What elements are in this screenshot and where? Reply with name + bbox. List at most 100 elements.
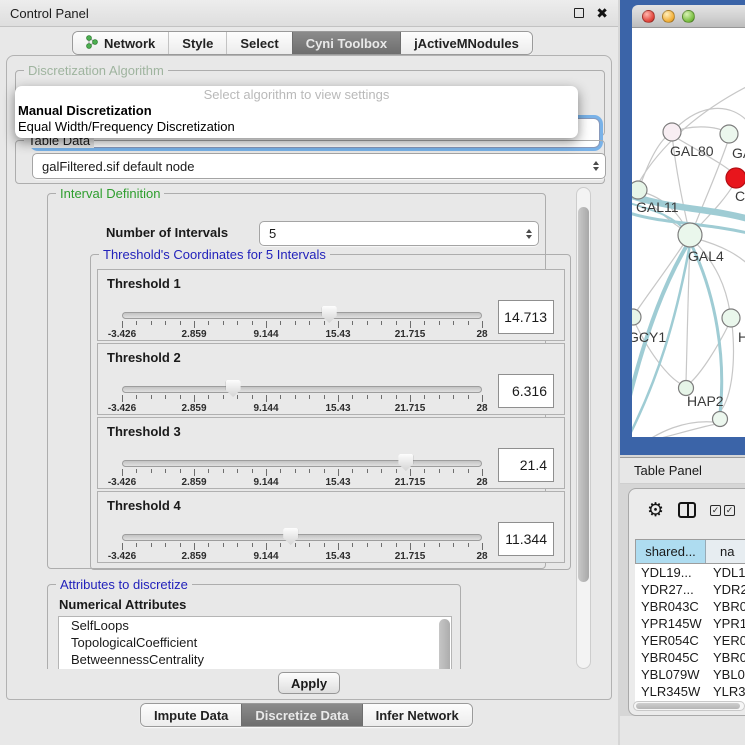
- attribute-item-topologicalcoefficient[interactable]: TopologicalCoefficient: [59, 634, 451, 651]
- attribute-item-betweennesscentrality[interactable]: BetweennessCentrality: [59, 651, 451, 668]
- minimize-traffic-light-icon[interactable]: [662, 10, 675, 23]
- column-header-name[interactable]: na: [706, 540, 745, 563]
- tick-mark: [381, 395, 382, 399]
- table-row[interactable]: YER054CYER0: [635, 632, 745, 649]
- scale-label: 2.859: [181, 477, 206, 488]
- tab-discretize-data[interactable]: Discretize Data: [241, 704, 361, 726]
- network-node-ga[interactable]: [720, 125, 738, 143]
- tick-mark: [309, 321, 310, 325]
- panel-scrollbar[interactable]: [576, 187, 591, 669]
- scale-label: 28: [476, 329, 487, 340]
- threshold-slider[interactable]: -3.4262.8599.14415.4321.71528: [122, 526, 482, 562]
- tick-mark: [136, 395, 137, 399]
- slider-scale: -3.4262.8599.14415.4321.71528: [122, 329, 482, 341]
- network-node-h[interactable]: [722, 309, 740, 327]
- column-header-shared-name[interactable]: shared...: [635, 540, 706, 563]
- column-layout-icon[interactable]: [678, 502, 696, 518]
- tick-mark: [223, 469, 224, 473]
- tick-mark: [424, 395, 425, 399]
- table-row[interactable]: YBL079WYBL0: [635, 666, 745, 683]
- tick-mark: [453, 469, 454, 473]
- table-data-combobox[interactable]: galFiltered.sif default node: [32, 153, 606, 179]
- apply-button[interactable]: Apply: [278, 672, 340, 694]
- network-node[interactable]: [713, 412, 728, 427]
- table-row[interactable]: YDR27...YDR2: [635, 581, 745, 598]
- tick-mark: [367, 469, 368, 473]
- scale-label: -3.426: [108, 551, 136, 562]
- tick-mark: [266, 321, 267, 328]
- panel-scrollbar-thumb[interactable]: [578, 207, 589, 582]
- dropdown-option-manual-discretization[interactable]: Manual Discretization: [15, 103, 578, 119]
- threshold-slider[interactable]: -3.4262.8599.14415.4321.71528: [122, 452, 482, 488]
- table-hscrollbar[interactable]: [633, 701, 745, 711]
- attribute-item-selfloops[interactable]: SelfLoops: [59, 617, 451, 634]
- checkbox-icon[interactable]: ✓: [724, 505, 735, 516]
- tick-mark: [252, 543, 253, 547]
- threshold-label: Threshold 4: [107, 498, 181, 513]
- slider-ticks: [122, 321, 482, 329]
- threshold-value-field[interactable]: 11.344: [498, 522, 554, 556]
- cell-name: YPR1: [706, 615, 745, 632]
- control-panel-titlebar: Control Panel ✖: [0, 0, 618, 27]
- tick-mark: [424, 321, 425, 325]
- threshold-slider[interactable]: -3.4262.8599.14415.4321.71528: [122, 378, 482, 414]
- threshold-value-field[interactable]: 14.713: [498, 300, 554, 334]
- tab-select[interactable]: Select: [226, 32, 291, 54]
- zoom-traffic-light-icon[interactable]: [682, 10, 695, 23]
- slider-scale: -3.4262.8599.14415.4321.71528: [122, 477, 482, 489]
- attributes-list[interactable]: SelfLoopsTopologicalCoefficientBetweenne…: [58, 616, 452, 669]
- close-icon[interactable]: ✖: [596, 8, 608, 18]
- table-hscrollbar-thumb[interactable]: [636, 703, 740, 709]
- table-row[interactable]: YLR345WYLR3: [635, 683, 745, 700]
- network-node-gcy1[interactable]: [632, 309, 641, 325]
- spinner-arrows-icon: [593, 161, 599, 171]
- tick-mark: [122, 543, 123, 550]
- tab-cyni-toolbox[interactable]: Cyni Toolbox: [292, 32, 400, 54]
- table-row[interactable]: YBR045CYBR0: [635, 649, 745, 666]
- cell-shared-name: YBL079W: [635, 666, 706, 683]
- scale-label: 28: [476, 403, 487, 414]
- cell-shared-name: YDR27...: [635, 581, 706, 598]
- dropdown-option-equal-width-frequency-discretization[interactable]: Equal Width/Frequency Discretization: [15, 119, 578, 135]
- threshold-value-field[interactable]: 6.316: [498, 374, 554, 408]
- tick-mark: [309, 543, 310, 547]
- threshold-slider[interactable]: -3.4262.8599.14415.4321.71528: [122, 304, 482, 340]
- tick-mark: [223, 395, 224, 399]
- tick-mark: [367, 543, 368, 547]
- network-node-c[interactable]: [726, 168, 745, 188]
- cell-name: YER0: [706, 632, 745, 649]
- tick-mark: [338, 395, 339, 402]
- tick-mark: [396, 395, 397, 399]
- threshold-value-field[interactable]: 21.4: [498, 448, 554, 482]
- network-node-gal4[interactable]: [678, 223, 702, 247]
- algorithm-dropdown-popup: Select algorithm to view settings Manual…: [15, 86, 578, 138]
- tick-mark: [439, 469, 440, 473]
- checkbox-icon[interactable]: ✓: [710, 505, 721, 516]
- num-intervals-combobox[interactable]: 5: [259, 221, 539, 246]
- tab-infer-network[interactable]: Infer Network: [362, 704, 472, 726]
- network-node-gal11[interactable]: [632, 181, 647, 199]
- table-row[interactable]: YPR145WYPR1: [635, 615, 745, 632]
- tick-mark: [324, 469, 325, 473]
- table-row[interactable]: YBR043CYBR0: [635, 598, 745, 615]
- gear-icon[interactable]: ⚙: [647, 501, 664, 520]
- list-scrollbar[interactable]: [439, 619, 450, 669]
- tab-impute-data[interactable]: Impute Data: [141, 704, 241, 726]
- tick-mark: [309, 395, 310, 399]
- network-canvas[interactable]: GAL80GACGAL11GAL4GCY1HHAP2: [632, 28, 745, 437]
- tick-mark: [280, 543, 281, 547]
- table-row[interactable]: YDL19...YDL1: [635, 564, 745, 581]
- table-data-group: Table Data galFiltered.sif default node: [15, 140, 605, 184]
- slider-ticks: [122, 395, 482, 403]
- tab-label: Infer Network: [376, 708, 459, 723]
- threshold-row: Threshold 4 -3.4262.8599.14415.4321.71528…: [97, 491, 565, 563]
- scale-label: 15.43: [325, 477, 350, 488]
- checkbox-icons[interactable]: ✓ ✓: [710, 505, 735, 516]
- tab-network[interactable]: Network: [73, 32, 168, 54]
- tab-jactivemnodules[interactable]: jActiveMNodules: [400, 32, 532, 54]
- close-traffic-light-icon[interactable]: [642, 10, 655, 23]
- tab-style[interactable]: Style: [168, 32, 226, 54]
- float-window-icon[interactable]: [574, 8, 584, 18]
- network-node-gal80[interactable]: [663, 123, 681, 141]
- tick-mark: [194, 469, 195, 476]
